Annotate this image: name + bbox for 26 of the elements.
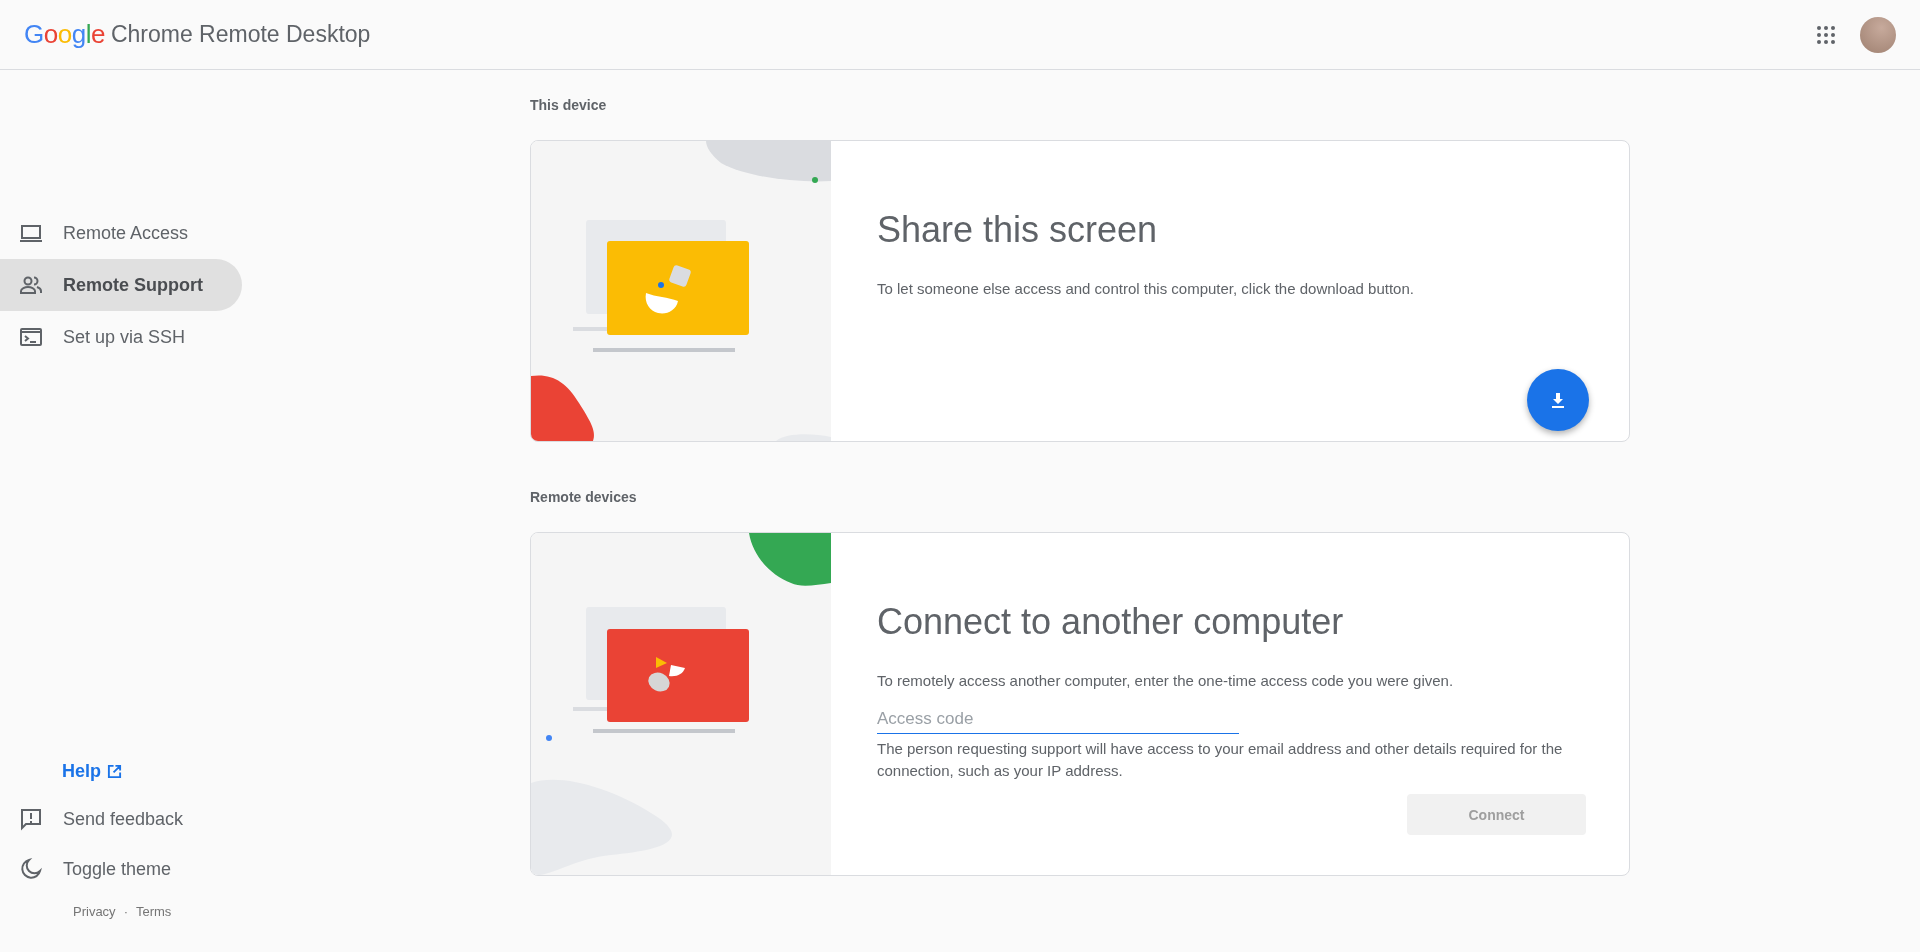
card-description: To let someone else access and control this computer, click the download button. bbox=[877, 279, 1415, 299]
separator-dot: · bbox=[123, 904, 128, 919]
footer-link[interactable]: Terms bbox=[135, 904, 172, 919]
download-button[interactable] bbox=[1527, 369, 1589, 431]
footer-link[interactable]: Privacy bbox=[73, 904, 116, 919]
card-title: Share this screen bbox=[877, 209, 1159, 251]
app-title: Chrome Remote Desktop bbox=[110, 21, 371, 48]
help-link[interactable]: Help bbox=[62, 761, 122, 782]
moon-icon bbox=[19, 857, 43, 881]
section-label: Remote devices bbox=[530, 488, 638, 507]
privacy-note: The person requesting support will have access to your email address and other details required for the connection, such as your IP address. bbox=[877, 739, 1564, 781]
terminal-icon bbox=[19, 325, 43, 349]
access-code-field[interactable]: Access code bbox=[877, 699, 1239, 734]
sidebar-item[interactable]: Toggle theme bbox=[0, 844, 241, 894]
sidebar-item[interactable]: Remote Access bbox=[0, 207, 242, 259]
section-label: This device bbox=[530, 96, 608, 115]
google-logo: Google bbox=[24, 19, 105, 50]
card-description: To remotely access another computer, enter the one-time access code you were given. bbox=[877, 671, 1455, 691]
feedback-icon bbox=[19, 807, 43, 831]
sidebar-item[interactable]: Send feedback bbox=[0, 794, 241, 844]
avatar[interactable] bbox=[1860, 16, 1896, 53]
card-title: Connect to another computer bbox=[877, 601, 1345, 643]
apps-grid-icon[interactable] bbox=[1816, 24, 1836, 45]
external-link-icon bbox=[107, 764, 122, 779]
sidebar-item[interactable]: Set up via SSH bbox=[0, 311, 242, 363]
sidebar-item[interactable]: Remote Support bbox=[0, 259, 242, 311]
